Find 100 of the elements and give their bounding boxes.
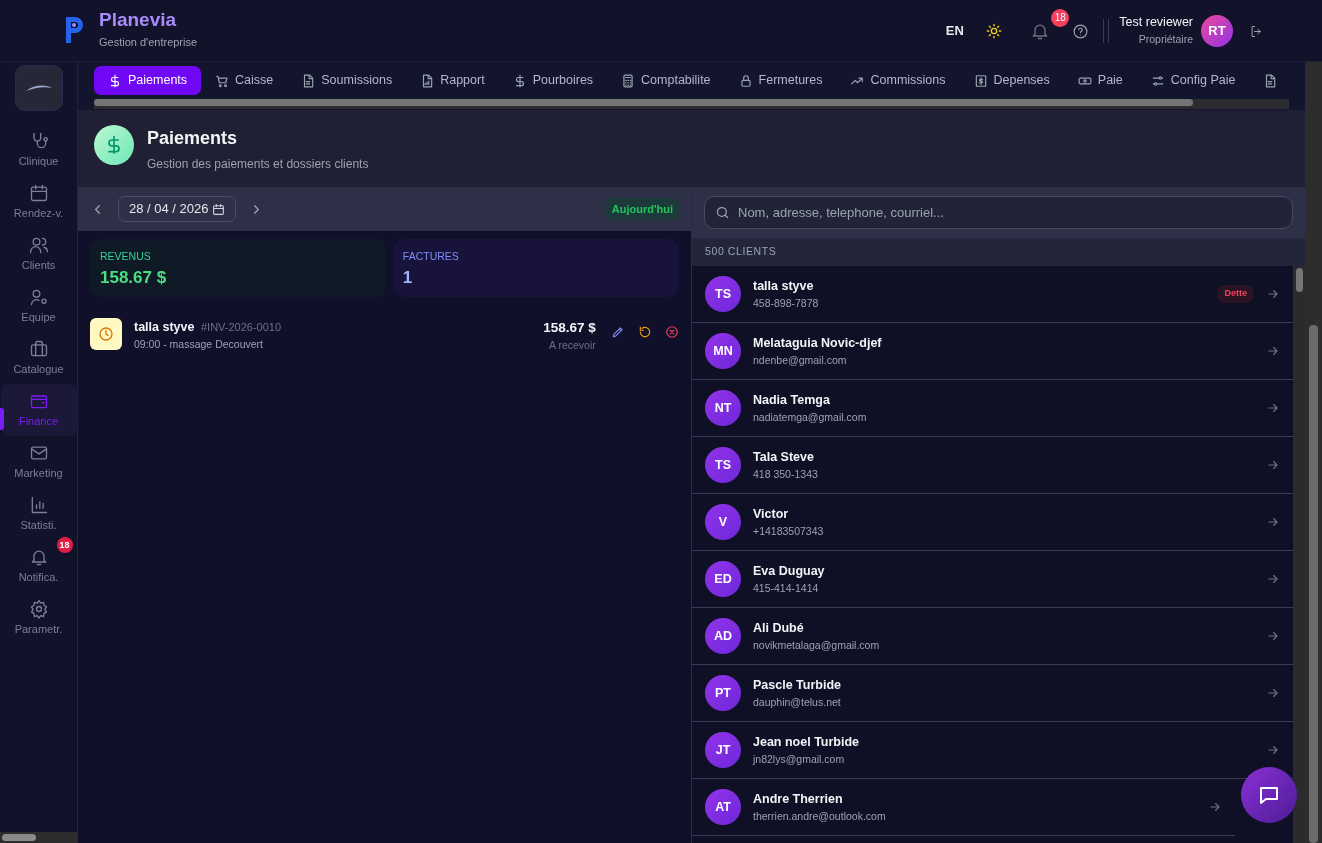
client-contact: ndenbe@gmail.com bbox=[753, 352, 848, 368]
arrow-right-icon bbox=[1266, 629, 1280, 643]
clock-icon bbox=[98, 326, 114, 342]
client-name: Andre Therrien bbox=[753, 790, 844, 808]
client-name: Pascle Turbide bbox=[753, 676, 842, 694]
page-title: Paiements bbox=[147, 127, 239, 150]
undo-icon bbox=[638, 324, 652, 339]
client-contact: 418 350-1343 bbox=[753, 466, 819, 482]
client-contact: +14183507343 bbox=[753, 523, 825, 539]
tab[interactable]: Config Paie bbox=[1136, 66, 1250, 95]
user-avatar[interactable]: RT bbox=[1201, 14, 1233, 47]
active-indicator bbox=[0, 408, 4, 431]
tab[interactable]: Paiements bbox=[94, 66, 202, 95]
sidebar-item[interactable]: Clinique bbox=[0, 124, 77, 177]
language-button[interactable]: EN bbox=[945, 20, 964, 41]
client-avatar: AT bbox=[705, 789, 741, 825]
sun-icon bbox=[985, 23, 1002, 40]
scrollbar[interactable] bbox=[94, 99, 1289, 109]
debt-tag: Dette bbox=[1217, 285, 1254, 303]
client-name: Ali Dubé bbox=[753, 619, 805, 637]
user-role: Propriétaire bbox=[1137, 32, 1193, 47]
user-gear-icon bbox=[28, 287, 49, 307]
client-avatar: TS bbox=[705, 276, 741, 312]
client-avatar: PT bbox=[705, 675, 741, 711]
logout-icon bbox=[1249, 23, 1264, 39]
notification-count: 18 bbox=[56, 537, 73, 554]
client-name: Melataguia Novic-djef bbox=[753, 334, 883, 352]
sidebar-item[interactable]: Rendez-v. bbox=[0, 176, 77, 229]
notification-count: 18 bbox=[1051, 8, 1070, 27]
sidebar-item[interactable]: Marketing bbox=[0, 436, 77, 489]
tab[interactable]: Depenses bbox=[959, 66, 1064, 95]
dollar-icon bbox=[108, 73, 122, 88]
tab[interactable]: Caisse bbox=[201, 66, 288, 95]
sliders-icon bbox=[1150, 73, 1165, 88]
client-name: Jean noel Turbide bbox=[753, 733, 861, 751]
sidebar-item[interactable]: Catalogue bbox=[0, 332, 77, 385]
client-contact: novikmetalaga@gmail.com bbox=[753, 637, 881, 653]
client-name: Eva Duguay bbox=[753, 562, 826, 580]
client-avatar: AD bbox=[705, 618, 741, 654]
report-icon bbox=[420, 73, 435, 88]
arrow-right-icon bbox=[1266, 287, 1280, 301]
calculator-icon bbox=[621, 73, 636, 88]
client-contact: 415-414-1414 bbox=[753, 580, 820, 596]
client-avatar: V bbox=[705, 504, 741, 540]
receipt-icon bbox=[973, 73, 988, 88]
client-contact: jn82lys@gmail.com bbox=[753, 751, 846, 767]
tab[interactable]: Commissions bbox=[836, 66, 960, 95]
arrow-right-icon bbox=[1266, 401, 1280, 415]
client-count: 500 CLIENTS bbox=[705, 244, 777, 260]
invoice-number: #INV-2026-0010 bbox=[200, 320, 282, 335]
client-name: Tala Steve bbox=[753, 448, 815, 466]
payment-status: A recevoir bbox=[548, 338, 596, 354]
today-button[interactable]: Aujourd'hui bbox=[605, 197, 679, 221]
tab[interactable]: Rapport bbox=[406, 66, 499, 95]
tab[interactable]: Paie bbox=[1063, 66, 1137, 95]
client-name: Nadia Temga bbox=[753, 391, 831, 409]
user-name: Test reviewer bbox=[1119, 14, 1193, 32]
client-avatar: MN bbox=[705, 333, 741, 369]
arrow-right-icon bbox=[1266, 686, 1280, 700]
sidebar-item[interactable]: Clients bbox=[0, 228, 77, 281]
search-icon bbox=[715, 205, 730, 220]
date-field[interactable]: 28 / 04 / 2026 bbox=[118, 196, 236, 222]
page-subtitle: Gestion des paiements et dossiers clients bbox=[147, 156, 369, 174]
lock-icon bbox=[738, 73, 753, 88]
stat-label: REVENUS bbox=[100, 249, 152, 264]
scrollbar[interactable] bbox=[0, 832, 78, 843]
arrow-right-icon bbox=[1266, 572, 1280, 586]
document-icon bbox=[1263, 73, 1278, 88]
document-icon bbox=[301, 73, 316, 88]
search-field[interactable]: Nom, adresse, telephone, courriel... bbox=[704, 196, 1293, 229]
calendar-icon bbox=[211, 202, 225, 216]
app-name: Planevia bbox=[99, 10, 178, 32]
client-avatar: JT bbox=[705, 732, 741, 768]
scrollbar[interactable] bbox=[1293, 266, 1305, 843]
sidebar-item[interactable]: Parametr. bbox=[0, 592, 77, 645]
arrow-right-icon bbox=[1266, 344, 1280, 358]
tab[interactable]: Pourboires bbox=[498, 66, 608, 95]
client-name: Victor bbox=[753, 505, 790, 523]
client-contact: 458-898-7878 bbox=[753, 295, 820, 311]
scrollbar[interactable] bbox=[1305, 62, 1322, 843]
client-contact: dauphin@telus.net bbox=[753, 694, 842, 710]
client-contact: nadiatemga@gmail.com bbox=[753, 409, 868, 425]
close-icon bbox=[665, 324, 679, 339]
business-logo bbox=[14, 65, 63, 112]
payment-amount: 158.67 $ bbox=[543, 319, 596, 337]
client-avatar: TS bbox=[705, 447, 741, 483]
stat-label: FACTURES bbox=[402, 249, 460, 264]
arrow-right-icon bbox=[1208, 800, 1222, 814]
pencil-icon bbox=[611, 324, 625, 339]
tab[interactable]: Comptabilite bbox=[607, 66, 725, 95]
sidebar-item[interactable]: Equipe bbox=[0, 280, 77, 333]
briefcase-icon bbox=[28, 339, 49, 359]
arrow-right-icon bbox=[1266, 458, 1280, 472]
client-avatar: ED bbox=[705, 561, 741, 597]
appointment-detail: 09:00 - massage Decouvert bbox=[134, 336, 264, 352]
client-name: talla styve bbox=[134, 319, 195, 336]
sidebar-item[interactable]: Notifica. 18 bbox=[0, 540, 77, 593]
tab[interactable]: Fermetures bbox=[724, 66, 837, 95]
tab[interactable]: Soumissions bbox=[287, 66, 407, 95]
client-name: talla styve bbox=[753, 277, 815, 295]
